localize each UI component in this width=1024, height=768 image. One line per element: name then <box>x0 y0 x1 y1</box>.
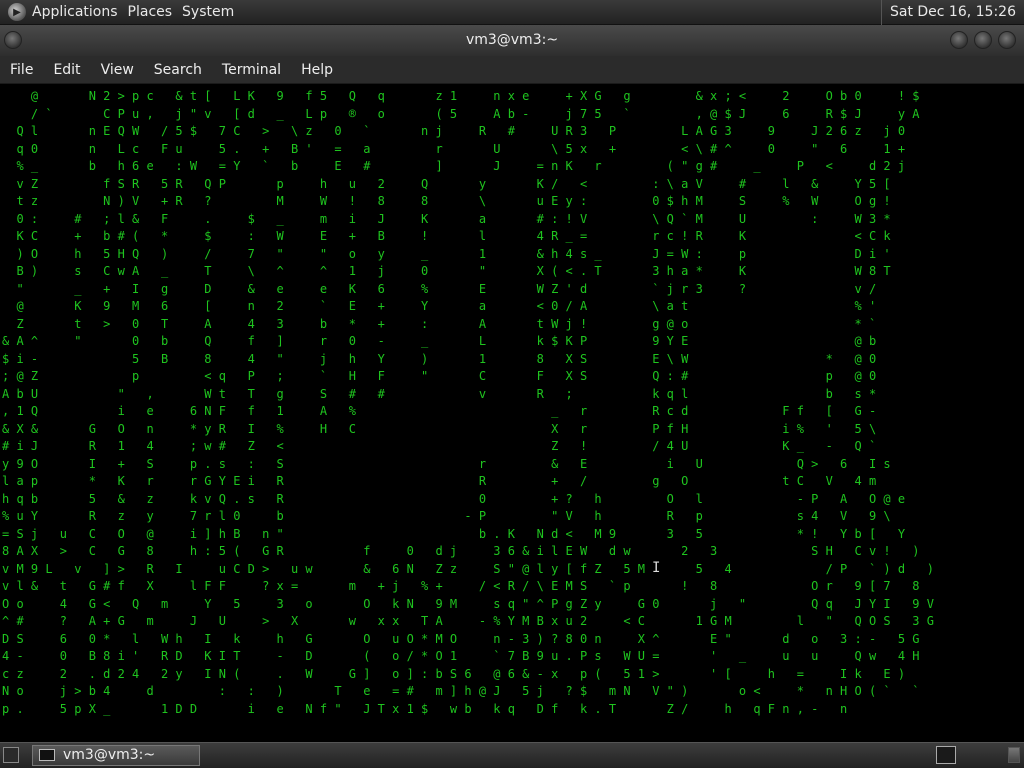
places-menu[interactable]: Places <box>128 4 181 20</box>
top-panel: ▶ Applications Places System Sat Dec 16,… <box>0 0 1024 25</box>
mouse-ibeam-cursor-icon: I <box>652 560 661 576</box>
menu-terminal[interactable]: Terminal <box>212 62 291 78</box>
close-icon[interactable] <box>998 31 1016 49</box>
bottom-taskbar: vm3@vm3:~ <box>0 742 1024 768</box>
system-menu[interactable]: System <box>182 4 242 20</box>
matrix-rain-text: @ N 2 > p c & t [ L K 9 f 5 Q q z 1 n x … <box>2 89 934 716</box>
menu-search[interactable]: Search <box>144 62 212 78</box>
window-title: vm3@vm3:~ <box>465 32 559 48</box>
applications-menu[interactable]: Applications <box>32 4 126 20</box>
menu-help[interactable]: Help <box>291 62 343 78</box>
terminal-menubar: File Edit View Search Terminal Help <box>0 56 1024 84</box>
window-titlebar[interactable]: vm3@vm3:~ <box>0 25 1024 56</box>
show-desktop-icon[interactable] <box>3 747 19 763</box>
distro-logo-icon[interactable]: ▶ <box>8 3 26 21</box>
workspace-switcher-icon[interactable] <box>936 746 956 764</box>
taskbar-window-label: vm3@vm3:~ <box>63 747 156 763</box>
menu-view[interactable]: View <box>91 62 144 78</box>
trash-icon[interactable] <box>1008 747 1020 763</box>
menu-file[interactable]: File <box>0 62 43 78</box>
terminal-output[interactable]: @ N 2 > p c & t [ L K 9 f 5 Q q z 1 n x … <box>0 84 1024 742</box>
menu-edit[interactable]: Edit <box>43 62 90 78</box>
terminal-icon <box>39 749 55 761</box>
maximize-icon[interactable] <box>974 31 992 49</box>
clock[interactable]: Sat Dec 16, 15:26 <box>880 0 1016 25</box>
taskbar-window-button[interactable]: vm3@vm3:~ <box>32 745 200 766</box>
minimize-icon[interactable] <box>950 31 968 49</box>
